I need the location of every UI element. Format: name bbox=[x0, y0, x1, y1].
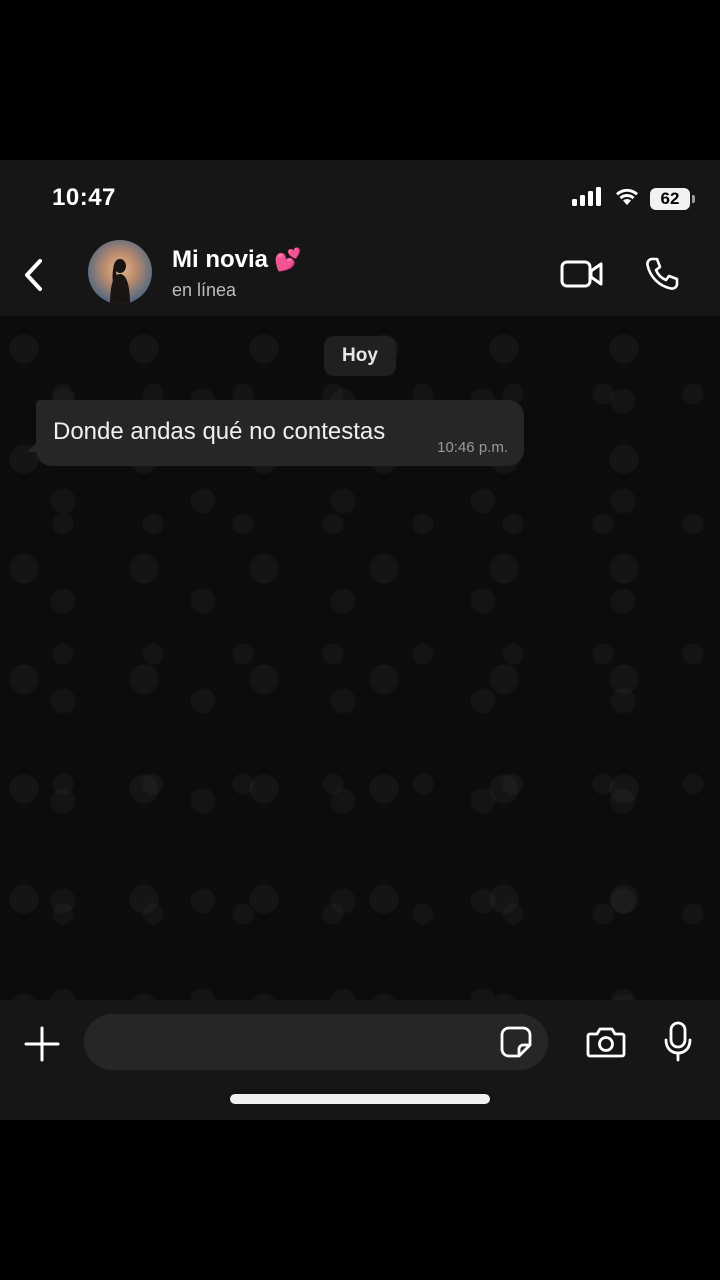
heart-emoji-icon: 💕 bbox=[274, 247, 302, 272]
cellular-signal-icon bbox=[572, 186, 604, 211]
sticker-icon bbox=[500, 1026, 532, 1058]
home-indicator[interactable] bbox=[230, 1094, 490, 1104]
message-text: Donde andas qué no contestas bbox=[53, 418, 386, 445]
avatar[interactable] bbox=[88, 240, 152, 304]
status-time: 10:47 bbox=[52, 184, 116, 211]
message-timestamp: 10:46 p.m. bbox=[437, 439, 508, 456]
plus-icon bbox=[24, 1026, 60, 1062]
sticker-button[interactable] bbox=[498, 1024, 534, 1060]
video-camera-icon bbox=[560, 260, 603, 288]
status-bar: 10:47 62 bbox=[0, 160, 720, 238]
chat-header: Mi novia 💕 en línea bbox=[0, 238, 720, 316]
battery-indicator: 62 bbox=[650, 187, 695, 210]
camera-icon bbox=[586, 1027, 626, 1058]
contact-name-text: Mi novia bbox=[172, 246, 269, 273]
message-list[interactable]: Hoy Donde andas qué no contestas 10:46 p… bbox=[0, 316, 720, 1000]
camera-button[interactable] bbox=[584, 1022, 628, 1062]
contact-status: en línea bbox=[172, 280, 237, 300]
composer-bar bbox=[0, 1000, 720, 1120]
attach-button[interactable] bbox=[20, 1022, 64, 1066]
incoming-message-bubble[interactable]: Donde andas qué no contestas 10:46 p.m. bbox=[27, 400, 524, 466]
wifi-icon bbox=[614, 186, 640, 211]
voice-call-button[interactable] bbox=[640, 252, 684, 296]
phone-icon bbox=[646, 257, 679, 290]
chat-screen: 10:47 62 Mi novia 💕 en línea Hoy Donde a… bbox=[0, 160, 720, 1120]
message-input[interactable] bbox=[84, 1014, 548, 1070]
status-icons: 62 bbox=[572, 186, 695, 211]
contact-name[interactable]: Mi novia 💕 bbox=[172, 246, 301, 274]
microphone-icon bbox=[664, 1021, 692, 1062]
date-separator: Hoy bbox=[324, 336, 396, 376]
back-button[interactable] bbox=[14, 250, 54, 300]
chevron-left-icon bbox=[25, 259, 42, 291]
voice-note-button[interactable] bbox=[658, 1018, 698, 1066]
video-call-button[interactable] bbox=[558, 254, 606, 294]
